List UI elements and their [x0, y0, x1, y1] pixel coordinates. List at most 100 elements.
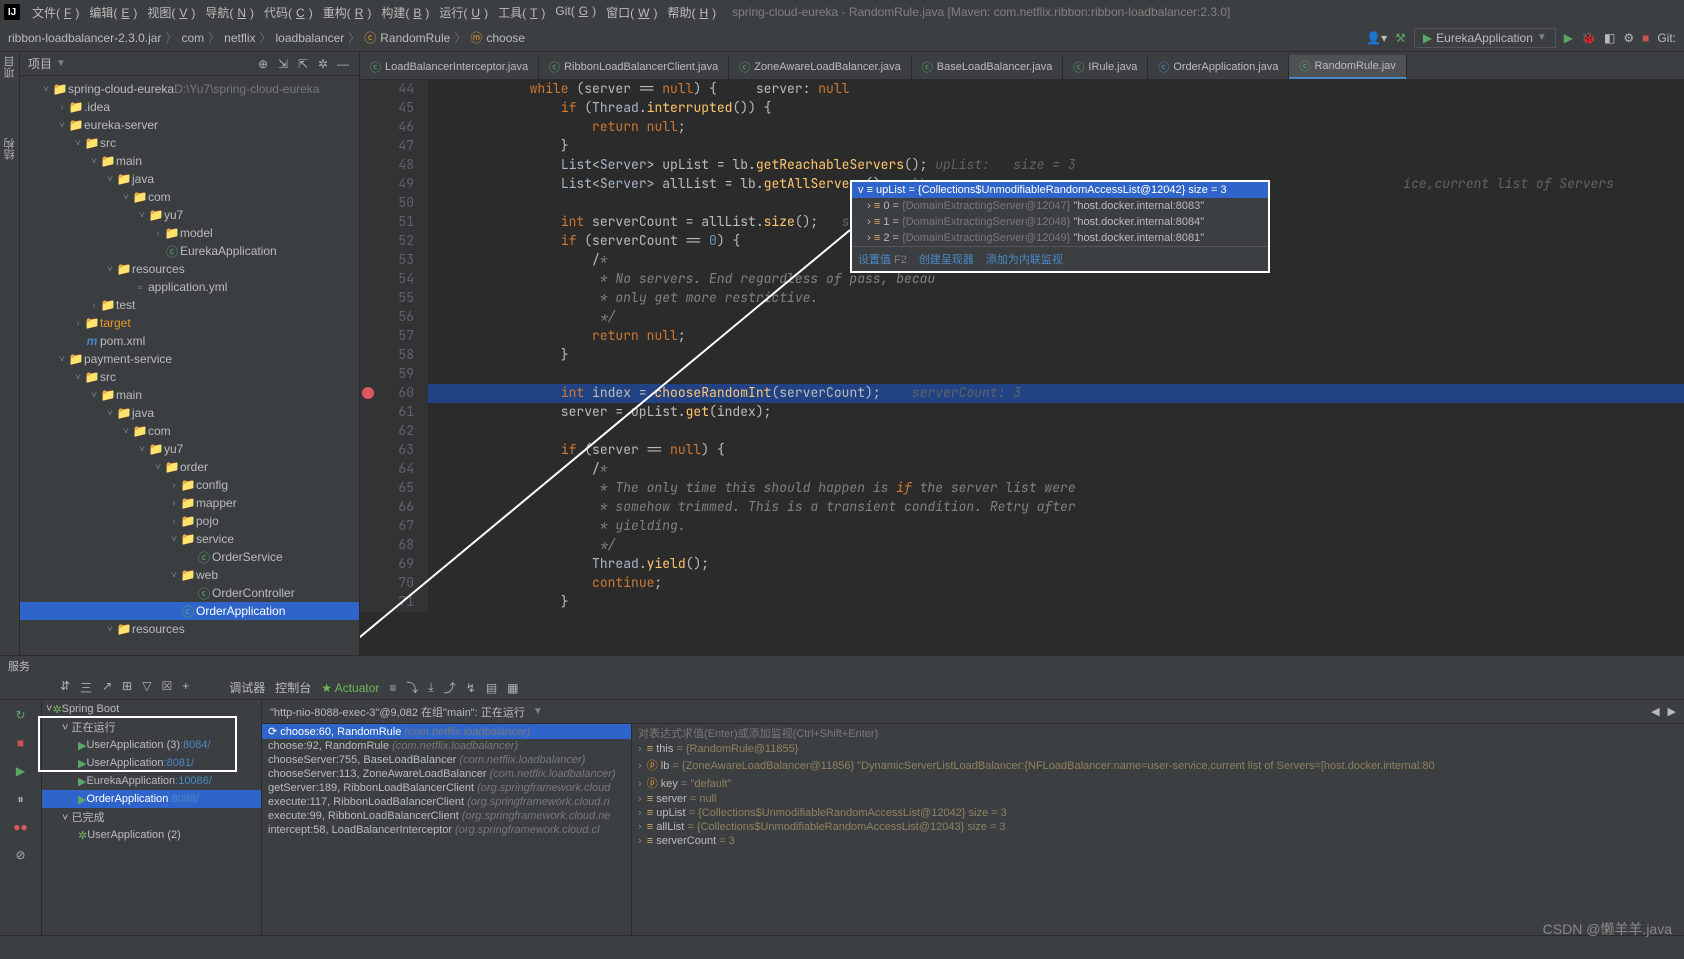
view-breakpoints-icon[interactable]: ●● — [10, 816, 32, 838]
service-item[interactable]: ▶ OrderApplication :8088/ — [42, 790, 261, 808]
pause-icon[interactable]: ⏸ — [10, 788, 32, 810]
tree-item[interactable]: ˅📁 com — [20, 188, 359, 206]
tree-item[interactable]: ˅📁 payment-service — [20, 350, 359, 368]
structure-stripe-button[interactable]: 结构 — [2, 138, 18, 160]
debug-button[interactable]: 🐞 — [1581, 31, 1596, 45]
breadcrumb-item[interactable]: choose — [486, 31, 525, 45]
tree-item[interactable]: ˅📁 resources — [20, 260, 359, 278]
force-step-into-icon[interactable]: ⤓ — [428, 680, 433, 695]
popup-header-row[interactable]: v ≡ upList = {Collections$UnmodifiableRa… — [852, 182, 1268, 198]
variable-item[interactable]: › ≡ this = {RandomRule@11855} — [632, 742, 1684, 756]
editor-tab[interactable]: ⓒRandomRule.jav — [1289, 55, 1406, 79]
tree-item[interactable]: ›📁 model — [20, 224, 359, 242]
tree-item[interactable]: ›📁 mapper — [20, 494, 359, 512]
tree-item[interactable]: ˅📁 web — [20, 566, 359, 584]
menu-文件[interactable]: 文件(F) — [28, 2, 83, 23]
frame-item[interactable]: ⟳ choose:60, RandomRule (com.netflix.loa… — [262, 724, 631, 739]
tree-item[interactable]: ›📁 test — [20, 296, 359, 314]
tree-item[interactable]: ›📁 .idea — [20, 98, 359, 116]
tree-item[interactable]: ˅📁 yu7 — [20, 206, 359, 224]
tree-item[interactable]: ˅📁 main — [20, 386, 359, 404]
code-line[interactable]: 62 — [360, 422, 1684, 441]
menu-帮助[interactable]: 帮助(H) — [663, 2, 720, 23]
tree-item[interactable]: ›📁 config — [20, 476, 359, 494]
menu-代码[interactable]: 代码(C) — [260, 2, 317, 23]
variable-item[interactable]: › ⓟ key = "default" — [632, 774, 1684, 792]
project-stripe-button[interactable]: 项目 — [2, 56, 18, 78]
hide-icon[interactable]: — — [335, 56, 351, 72]
editor-tab[interactable]: ⓒOrderApplication.java — [1148, 55, 1289, 79]
tree-item[interactable]: ˅📁 java — [20, 170, 359, 188]
tree-item[interactable]: ˅📁 com — [20, 422, 359, 440]
editor-tab[interactable]: ⓒBaseLoadBalancer.java — [912, 55, 1064, 79]
tree-item[interactable]: ▫ application.yml — [20, 278, 359, 296]
services-tree[interactable]: ˅ ✲ Spring Boot˅ 正在运行▶ UserApplication (… — [42, 700, 262, 935]
frames-list[interactable]: ⟳ choose:60, RandomRule (com.netflix.loa… — [262, 724, 632, 935]
variable-item[interactable]: › ≡ upList = {Collections$UnmodifiableRa… — [632, 806, 1684, 820]
menu-编辑[interactable]: 编辑(E) — [85, 2, 141, 23]
profiler-button[interactable]: ⚙ — [1623, 31, 1634, 45]
thread-selector-icon[interactable]: ▼ — [533, 706, 543, 717]
code-line[interactable]: 65 * The only time this should happen is… — [360, 479, 1684, 498]
tree-item[interactable]: ˅📁 main — [20, 152, 359, 170]
debugger-tab[interactable]: 调试器 — [229, 679, 265, 696]
build-icon[interactable]: ⚒ — [1395, 31, 1406, 45]
resume-icon[interactable]: ▶ — [10, 760, 32, 782]
popup-item[interactable]: › ≡ 1 = {DomainExtractingServer@12048} "… — [852, 214, 1268, 230]
code-line[interactable]: 56 */ — [360, 308, 1684, 327]
service-item[interactable]: ▶ EurekaApplication :10086/ — [42, 772, 261, 790]
code-line[interactable]: 64 /* — [360, 460, 1684, 479]
menu-运行[interactable]: 运行(U) — [435, 2, 492, 23]
step-out-icon[interactable]: ⤴ — [444, 679, 456, 696]
service-item[interactable]: ▶ UserApplication :8081/ — [42, 754, 261, 772]
code-line[interactable]: 71 } — [360, 593, 1684, 612]
editor-tab[interactable]: ⓒLoadBalancerInterceptor.java — [360, 55, 539, 79]
code-line[interactable]: 48 List<Server> upList = lb.getReachable… — [360, 156, 1684, 175]
popup-item[interactable]: › ≡ 2 = {DomainExtractingServer@12049} "… — [852, 230, 1268, 246]
services-toolbar-icon[interactable]: ▽ — [142, 679, 151, 696]
popup-set-value[interactable]: 设置值 F2 — [858, 251, 907, 267]
code-line[interactable]: 60 int index = chooseRandomInt(serverCou… — [360, 384, 1684, 403]
evaluate-icon[interactable]: ▦ — [507, 681, 518, 695]
code-line[interactable]: 66 * somehow trimmed. This is a transien… — [360, 498, 1684, 517]
code-line[interactable]: 44 while (server == null) { server: null — [360, 80, 1684, 99]
coverage-button[interactable]: ◧ — [1604, 31, 1615, 45]
frames-prev-icon[interactable]: ◀ — [1651, 705, 1659, 718]
menu-重构[interactable]: 重构(R) — [319, 2, 376, 23]
menu-构建[interactable]: 构建(B) — [377, 2, 433, 23]
tree-item[interactable]: ˅📁 spring-cloud-eureka D:\Yu7\spring-clo… — [20, 80, 359, 98]
menu-导航[interactable]: 导航(N) — [201, 2, 258, 23]
breadcrumb-item[interactable]: netflix — [224, 31, 255, 45]
code-line[interactable]: 46 return null; — [360, 118, 1684, 137]
breadcrumb-item[interactable]: ribbon-loadbalancer-2.3.0.jar — [8, 31, 161, 45]
tree-item[interactable]: ⓒ OrderService — [20, 548, 359, 566]
drop-frame-icon[interactable]: ↯ — [466, 681, 476, 695]
step-into-icon[interactable]: ⤵ — [406, 679, 418, 696]
actuator-tab[interactable]: ★ Actuator — [321, 681, 379, 695]
popup-add-inline-watch[interactable]: 添加为内联监视 — [986, 251, 1063, 267]
code-line[interactable]: 55 * only get more restrictive. — [360, 289, 1684, 308]
tree-item[interactable]: m pom.xml — [20, 332, 359, 350]
rerun-icon[interactable]: ↻ — [10, 704, 32, 726]
editor-tab[interactable]: ⓒZoneAwareLoadBalancer.java — [729, 55, 912, 79]
tree-item[interactable]: ›📁 pojo — [20, 512, 359, 530]
frame-item[interactable]: execute:117, RibbonLoadBalancerClient (o… — [262, 795, 631, 809]
stop-icon[interactable]: ■ — [10, 732, 32, 754]
tree-item[interactable]: ˅📁 resources — [20, 620, 359, 638]
popup-item[interactable]: › ≡ 0 = {DomainExtractingServer@12047} "… — [852, 198, 1268, 214]
service-item[interactable]: ˅ ✲ Spring Boot — [42, 700, 261, 718]
tree-item[interactable]: ˅📁 service — [20, 530, 359, 548]
code-line[interactable]: 67 * yielding. — [360, 517, 1684, 536]
service-item[interactable]: ▶ UserApplication (3) :8084/ — [42, 736, 261, 754]
frame-item[interactable]: intercept:58, LoadBalancerInterceptor (o… — [262, 823, 631, 837]
code-line[interactable]: 63 if (server == null) { — [360, 441, 1684, 460]
locate-icon[interactable]: ⊕ — [255, 56, 271, 72]
breadcrumb-item[interactable]: loadbalancer — [276, 31, 345, 45]
breadcrumb-item[interactable]: RandomRule — [380, 31, 450, 45]
frames-next-icon[interactable]: ▶ — [1668, 705, 1676, 718]
code-line[interactable]: 69 Thread.yield(); — [360, 555, 1684, 574]
code-line[interactable]: 68 */ — [360, 536, 1684, 555]
variables-list[interactable]: 对表达式求值(Enter)或添加监视(Ctrl+Shift+Enter) › ≡… — [632, 724, 1684, 935]
run-to-cursor-icon[interactable]: ▤ — [486, 681, 497, 695]
menu-视图[interactable]: 视图(V) — [143, 2, 199, 23]
